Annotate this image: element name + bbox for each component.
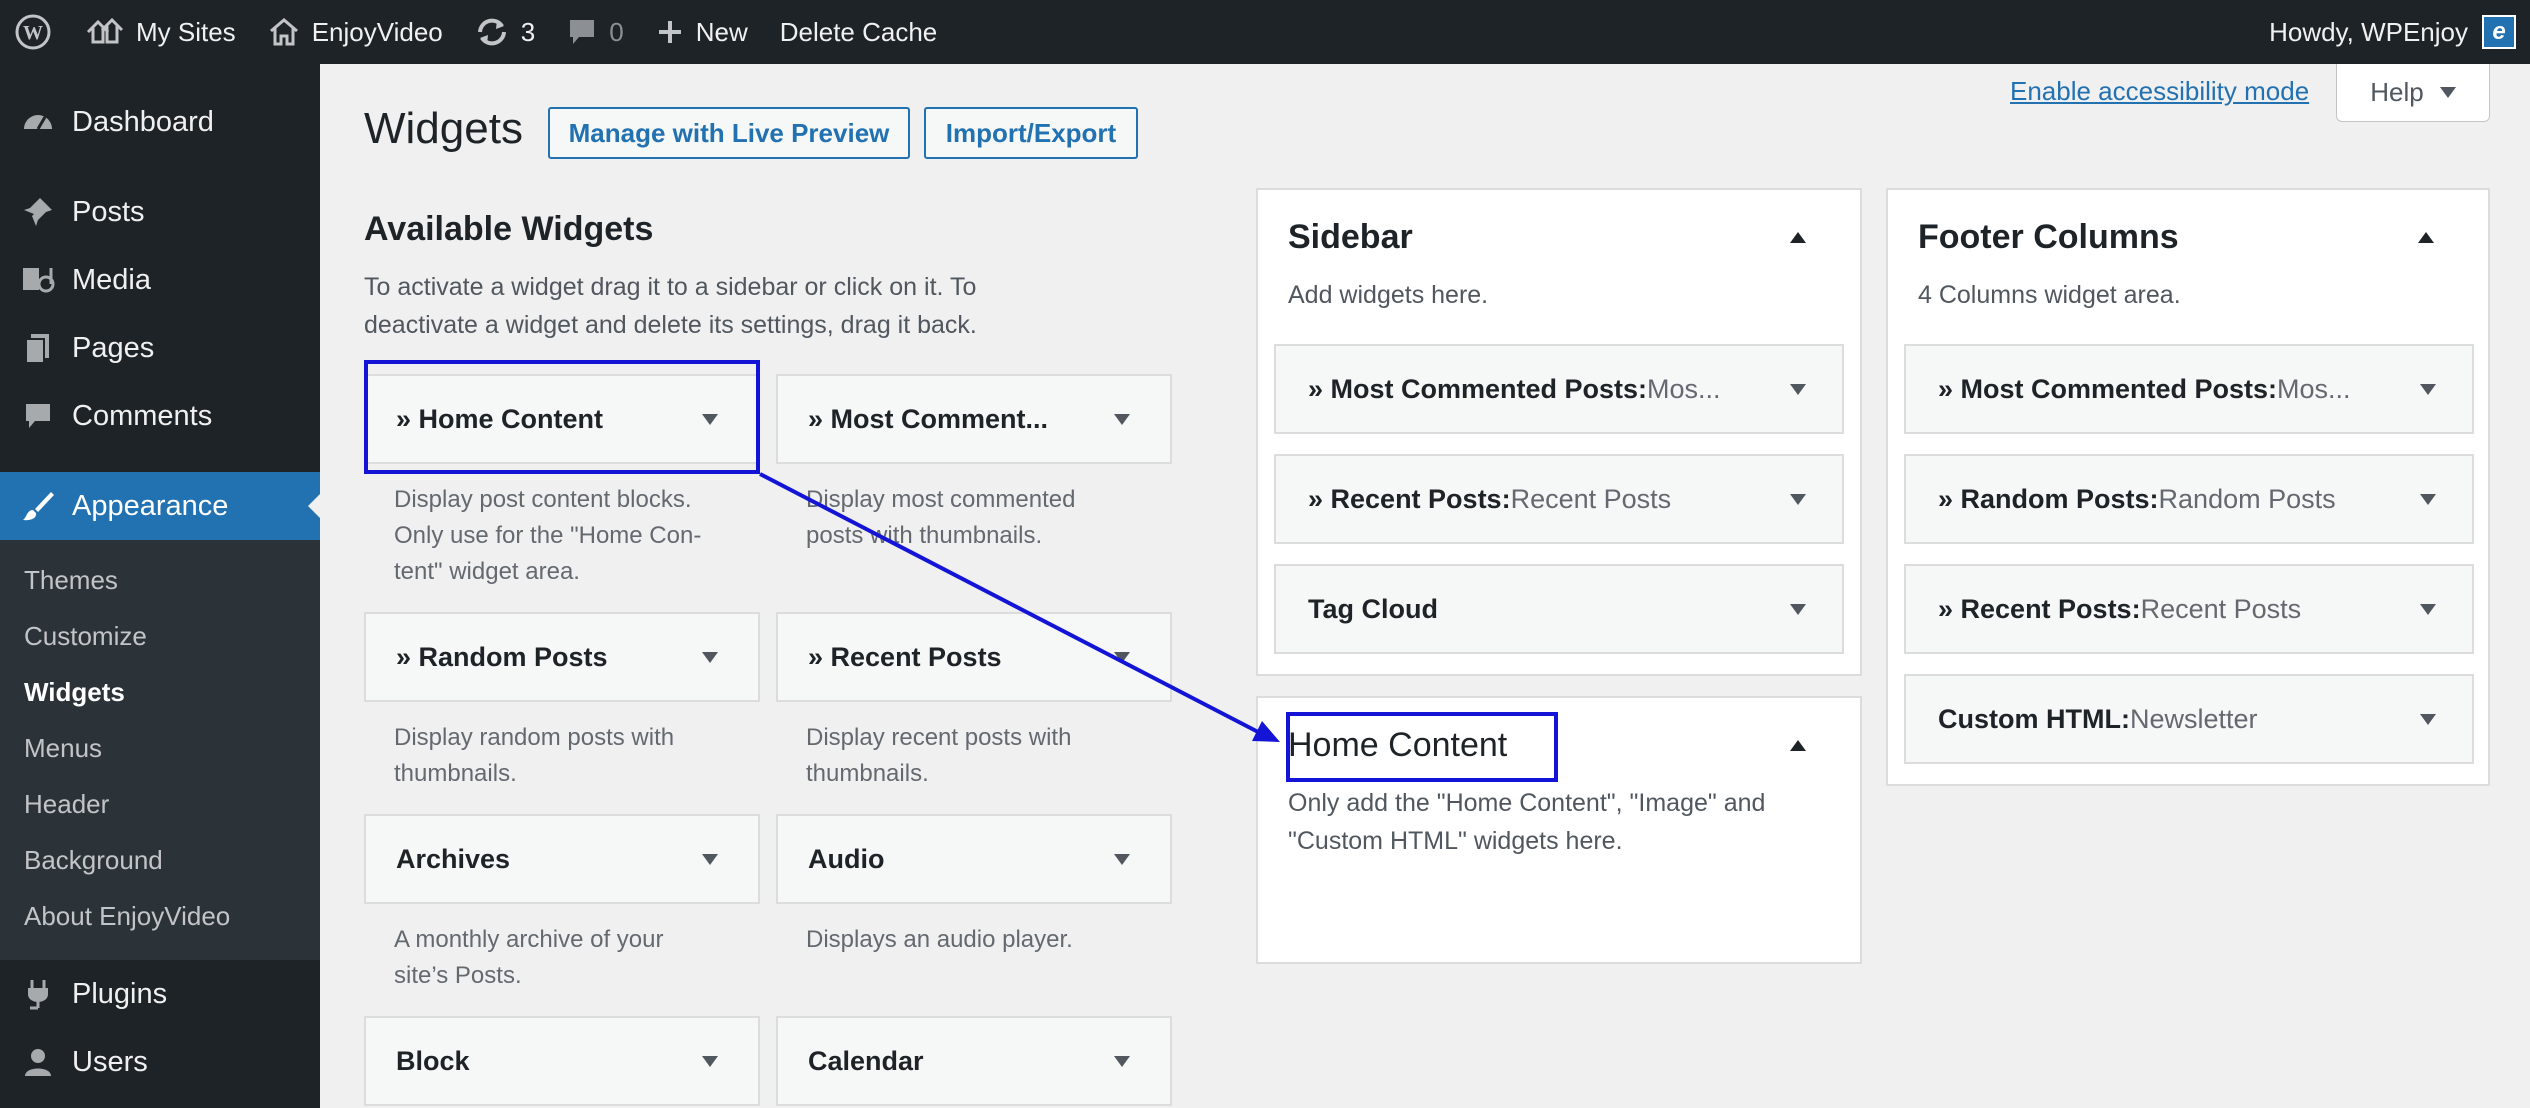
annotation-arrow bbox=[759, 472, 1280, 742]
